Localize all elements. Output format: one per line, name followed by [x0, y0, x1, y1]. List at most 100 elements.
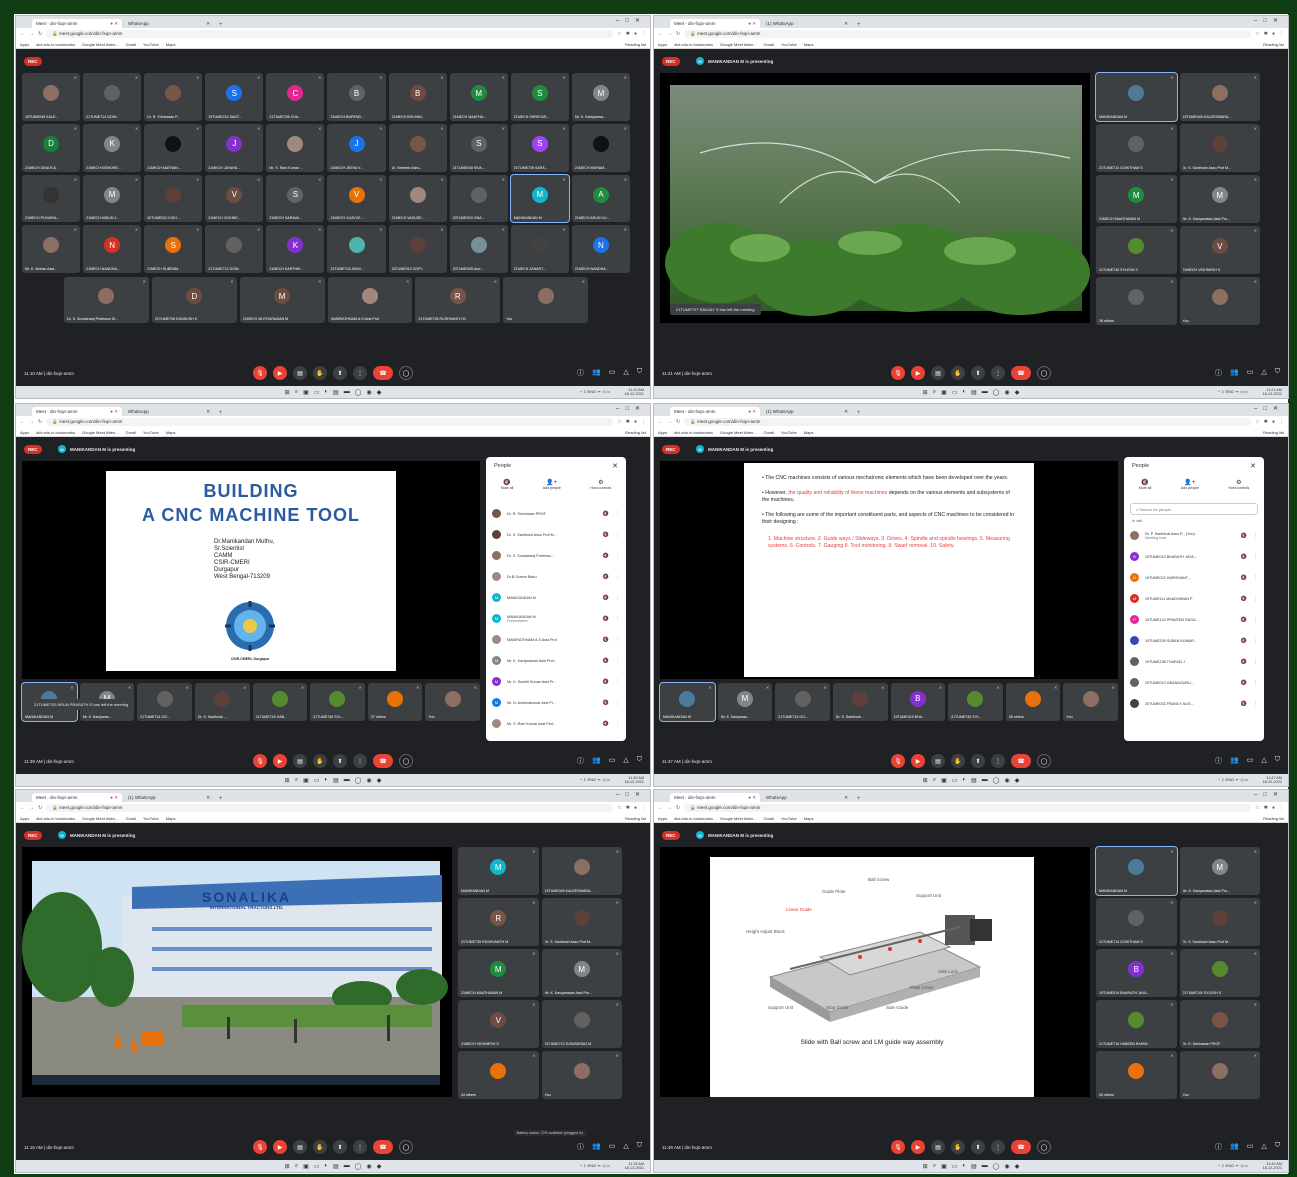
star-icon[interactable]: ☆: [617, 31, 621, 37]
task-view-icon[interactable]: ▣: [941, 389, 947, 396]
camera-off-icon[interactable]: ▶: [911, 1140, 925, 1154]
info-icon[interactable]: ⓘ: [577, 368, 584, 378]
camera-off-icon[interactable]: ▶: [273, 754, 287, 768]
bookmark-item[interactable]: Gmail: [126, 816, 136, 821]
participant-tile[interactable]: ✕ 20TUME010 GOPI...: [388, 225, 447, 273]
system-tray[interactable]: ^ ⇩ ENG ᯤ ◁ ▭: [580, 1163, 610, 1169]
participant-tile[interactable]: ✕ 26 others: [1096, 1051, 1177, 1099]
participant-tile[interactable]: ✕ You: [425, 683, 480, 721]
more-options-icon[interactable]: ⋮: [615, 616, 620, 622]
participant-tile[interactable]: ✕ 21TUME714 GOWTHAM S: [1096, 898, 1177, 946]
participant-tile[interactable]: M ✕ 21MECH MUTHURAMAN M: [239, 277, 325, 323]
lock-shield-icon[interactable]: ⛉: [1275, 756, 1280, 766]
participant-tile[interactable]: M ✕ 21MECH MIDUN J...: [83, 174, 142, 223]
participant-tile[interactable]: ✕ You: [503, 277, 588, 323]
participant-tile[interactable]: M ✕ Mr. K. Kaviyarasan Asst Pro...: [541, 949, 622, 997]
microphone-off-icon[interactable]: 🎙: [891, 754, 905, 768]
more-options-icon[interactable]: ⋮: [615, 721, 620, 727]
extensions-icon[interactable]: ✱: [626, 805, 630, 811]
chrome-icon[interactable]: ◉: [1004, 389, 1009, 396]
end-call-icon[interactable]: ☎: [1011, 366, 1031, 380]
task-view-icon[interactable]: ▣: [303, 777, 309, 784]
participant-tile[interactable]: V ✕ 21MECH VIGHNESH S: [1179, 226, 1260, 274]
window-controls[interactable]: –□✕: [1254, 405, 1284, 412]
back-icon[interactable]: ←: [20, 419, 25, 425]
star-icon[interactable]: ☆: [617, 419, 621, 425]
people-list-item[interactable]: 19TUME238 THARUN J 🔇 ⋮: [1130, 651, 1258, 672]
store-icon[interactable]: ▤: [333, 777, 339, 784]
back-icon[interactable]: ←: [20, 31, 25, 37]
search-icon[interactable]: ⌕: [295, 1163, 298, 1170]
chat-icon[interactable]: ▭: [609, 368, 616, 378]
close-icon[interactable]: ✕: [206, 409, 210, 414]
app-icon[interactable]: ◆: [1015, 1163, 1020, 1170]
participant-tile[interactable]: ✕ 21MECH MOHAM...: [571, 123, 630, 172]
mic-muted-icon[interactable]: 🔇: [1241, 701, 1247, 707]
bookmark-item[interactable]: YouTube: [781, 430, 797, 435]
url-field[interactable]: 🔒 meet.google.com/din-fxqn-amm: [46, 418, 614, 426]
participant-tile[interactable]: ✕ 19TUME045 KALEESWARA...: [541, 847, 622, 895]
mic-muted-icon[interactable]: 🔇: [603, 511, 609, 517]
participant-tile[interactable]: ✕ MANIKANDAN M: [659, 682, 716, 722]
more-options-icon[interactable]: ⋮: [615, 658, 620, 664]
people-list-item[interactable]: M MANIKANDAN M 🔇 ⋮: [492, 587, 620, 608]
participant-tile[interactable]: S ✕ 21MECH SUBRAM...: [144, 225, 203, 273]
tab-whatsapp[interactable]: WhatsApp ✕: [124, 19, 214, 28]
people-list-item[interactable]: P 19TUME144 PRAVEEN RAGA... 🔇 ⋮: [1130, 609, 1258, 630]
more-options-icon[interactable]: ⋮: [615, 532, 620, 538]
lock-shield-icon[interactable]: ⛉: [637, 1142, 642, 1152]
bookmark-item[interactable]: dict.edu.in bookmarks: [674, 816, 713, 821]
people-list-item[interactable]: M Mr. K. Senthil Kumar Asst Pr... 🔇 ⋮: [492, 671, 620, 692]
people-list-item[interactable]: 20TUME013 GNANAGURU... 🔇 ⋮: [1130, 672, 1258, 693]
participant-tile[interactable]: ✕ 44 others: [458, 1051, 539, 1099]
more-options-icon[interactable]: ⋮: [615, 637, 620, 643]
participant-tile[interactable]: ✕ 21MECH VASUDE...: [388, 174, 447, 223]
tab-meet[interactable]: Meet - din-fxqn-amm ● ✕: [32, 793, 122, 802]
more-options-icon[interactable]: ⋮: [353, 1140, 367, 1154]
people-list-item[interactable]: M Mr. N. Aravindkumar Asst Pr... 🔇 ⋮: [492, 692, 620, 713]
store-icon[interactable]: ▤: [971, 1163, 977, 1170]
participant-tile[interactable]: ✕ 21TUME714 GO...: [775, 683, 830, 721]
activities-icon[interactable]: ◯: [1037, 366, 1051, 380]
participant-tile[interactable]: ✕ Dr. Neelesh Ashu...: [388, 123, 447, 172]
participant-tile[interactable]: ✕ 19TUME045 KALEESWARA...: [1179, 73, 1260, 121]
bookmark-item[interactable]: YouTube: [143, 430, 159, 435]
activities-icon[interactable]: ◯: [399, 366, 413, 380]
end-call-icon[interactable]: ☎: [373, 754, 393, 768]
file-explorer-icon[interactable]: ▭: [314, 389, 320, 396]
more-options-icon[interactable]: ⋮: [615, 679, 620, 685]
participant-tile[interactable]: S ✕ 21TUME739 SARA...: [510, 123, 569, 172]
bookmark-item[interactable]: Gmail: [764, 430, 774, 435]
participant-tile[interactable]: J ✕ 21MECH JEEVA V...: [327, 123, 386, 172]
mic-muted-icon[interactable]: 🔇: [603, 658, 609, 664]
tab-meet[interactable]: Meet - din-fxqn-amm ● ✕: [32, 407, 122, 416]
bookmark-item[interactable]: Google Meet Atten...: [720, 42, 756, 47]
participant-tile[interactable]: ✕ 21TUME714 GOWTHAM S: [1096, 124, 1177, 172]
participant-tile[interactable]: N ✕ 21MECH NANDHA...: [83, 225, 142, 273]
participant-tile[interactable]: M ✕ 21MECH MAATHAVAN M: [1096, 175, 1177, 223]
windows-start-icon[interactable]: ⊞: [923, 1163, 928, 1170]
extensions-icon[interactable]: ✱: [626, 419, 630, 425]
participant-tile[interactable]: ✕ Dr. S. Santhosh Asso Prof M...: [1179, 898, 1260, 946]
forward-icon[interactable]: →: [667, 419, 672, 425]
close-icon[interactable]: ✕: [206, 795, 210, 800]
present-icon[interactable]: ⬆: [971, 1140, 985, 1154]
chat-icon[interactable]: ▭: [1247, 756, 1254, 766]
edge-icon[interactable]: ◐: [962, 389, 966, 395]
lock-shield-icon[interactable]: ⛉: [637, 368, 642, 378]
extensions-icon[interactable]: ✱: [1264, 31, 1268, 37]
microphone-off-icon[interactable]: 🎙: [253, 754, 267, 768]
mic-muted-icon[interactable]: 🔇: [1241, 617, 1247, 623]
participant-tile[interactable]: ✕ 21TUME704 ASWI...: [327, 225, 386, 273]
participant-tile[interactable]: ✕ 21TUME714 GO...: [137, 683, 192, 721]
tab-meet[interactable]: Meet - din-fxqn-amm ● ✕: [32, 19, 122, 28]
bookmark-item[interactable]: Gmail: [764, 42, 774, 47]
people-list-item[interactable]: M 19TUME111 MAADHAVAN P 🔇 ⋮: [1130, 588, 1258, 609]
window-controls[interactable]: –□✕: [616, 405, 646, 412]
participant-tile[interactable]: ✕ MANIKANDAN M: [1095, 72, 1178, 122]
app-icon[interactable]: ◆: [1015, 777, 1020, 784]
participant-tile[interactable]: ✕ 28 others: [1005, 683, 1061, 721]
host-controls-button[interactable]: ⚙ Host controls: [590, 479, 611, 490]
participant-tile[interactable]: ✕ You: [1063, 683, 1118, 721]
participant-tile[interactable]: ✕ Mr. K. Mohan Asst...: [22, 225, 81, 273]
